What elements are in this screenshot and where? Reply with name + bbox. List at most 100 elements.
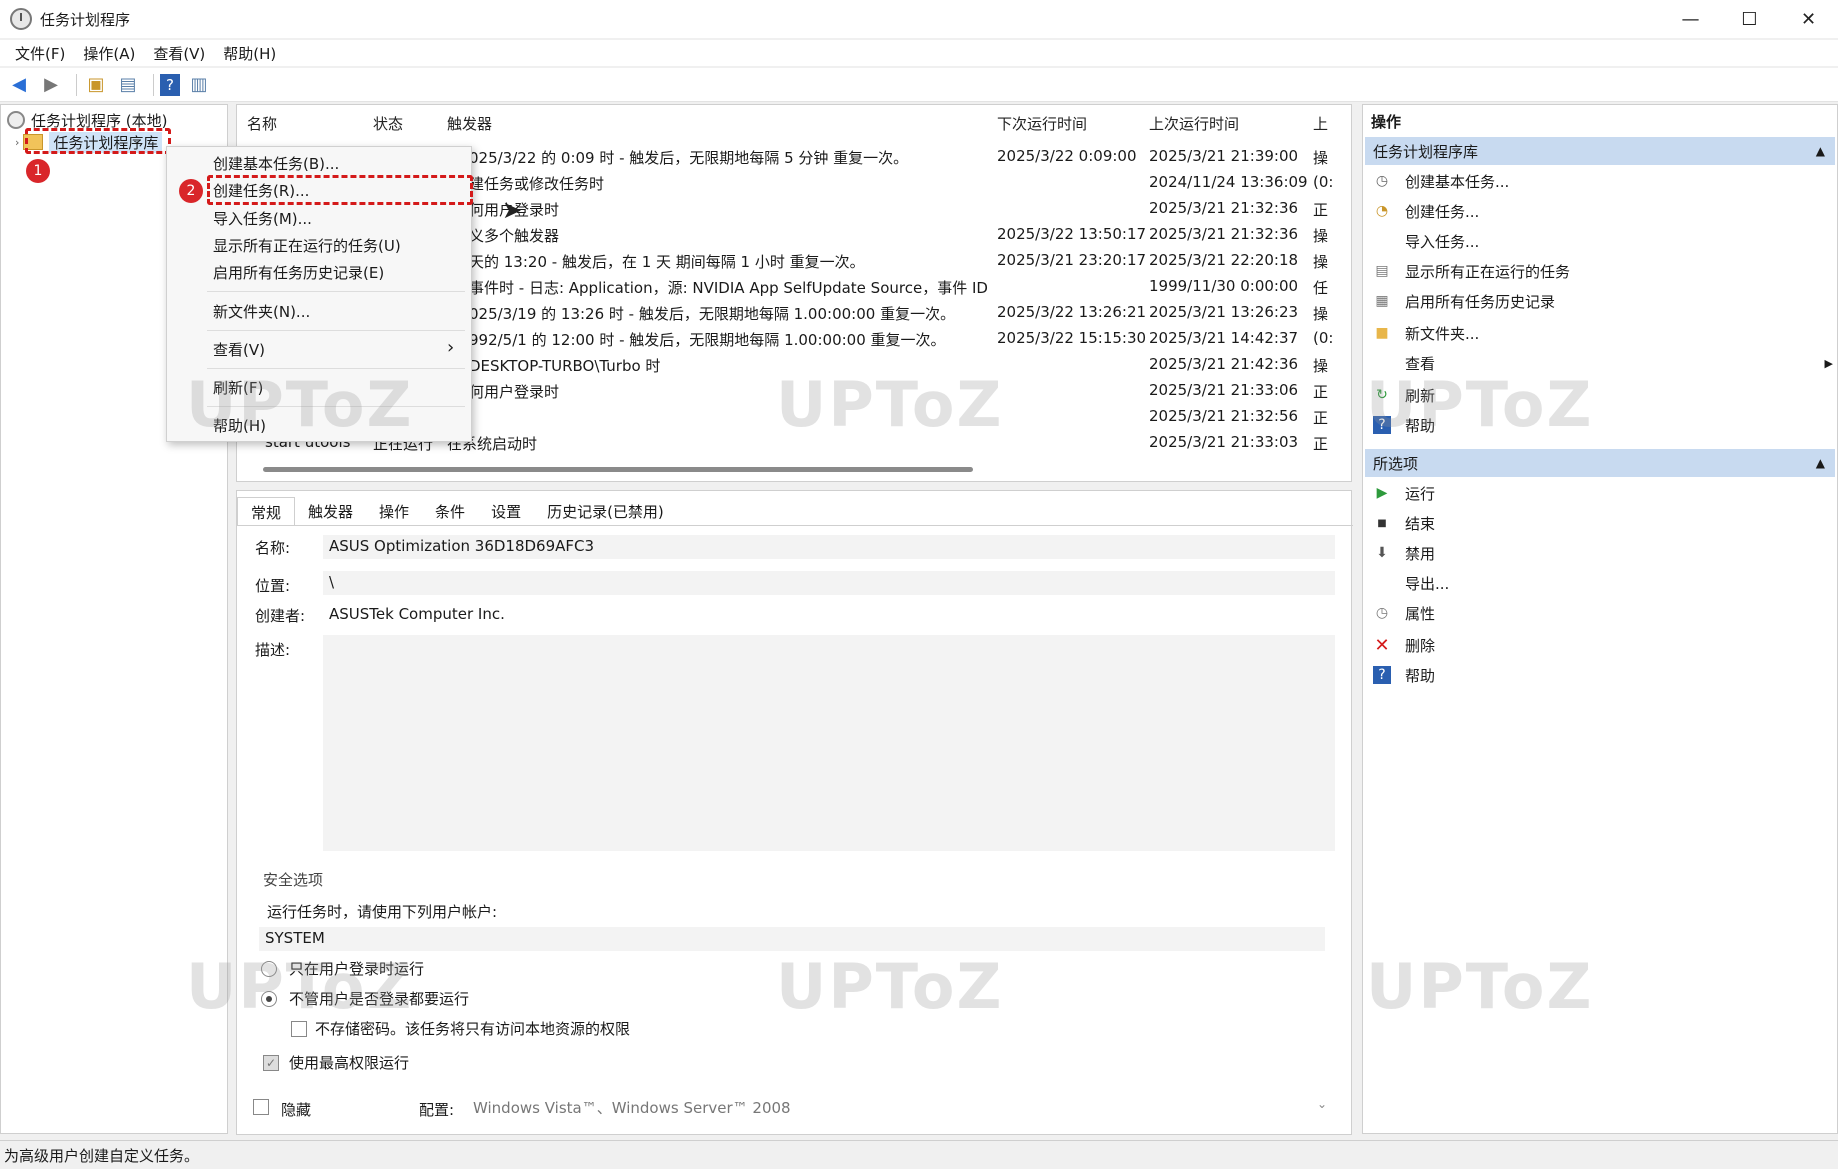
cell-trigger: 何用户登录时 [469, 383, 560, 401]
cell-result: 操 [1313, 253, 1329, 271]
tab-general[interactable]: 常规 [237, 497, 296, 525]
action-label: 帮助 [1405, 666, 1436, 685]
col-name[interactable]: 名称 [247, 113, 277, 137]
config-select[interactable]: Windows Vista™、Windows Server™ 2008 [473, 1097, 791, 1118]
chevron-right-icon: ▶ [1824, 356, 1833, 370]
title-bar: 任务计划程序 — ☐ ✕ [0, 0, 1838, 38]
cell-last-run: 2025/3/21 21:32:56 [1149, 407, 1299, 425]
action-new-folder[interactable]: ■ 新文件夹... [1373, 319, 1479, 347]
action-show-running[interactable]: ▤ 显示所有正在运行的任务 [1373, 257, 1570, 285]
collapse-icon[interactable]: ▲ [1816, 144, 1825, 158]
action-label: 导入任务... [1405, 232, 1480, 251]
col-last-run[interactable]: 上次运行时间 [1149, 113, 1239, 137]
cell-result: 操 [1313, 357, 1329, 375]
action-label: 显示所有正在运行的任务 [1405, 262, 1571, 281]
horizontal-scrollbar[interactable] [263, 467, 973, 472]
name-label: 名称: [255, 539, 291, 557]
blank-icon [1373, 232, 1391, 250]
history-icon: ▦ [1375, 293, 1389, 309]
ctx-create-basic-task[interactable]: 创建基本任务(B)... [213, 153, 339, 177]
cell-last-run: 2025/3/21 21:39:00 [1149, 147, 1299, 165]
col-next-run[interactable]: 下次运行时间 [997, 113, 1087, 137]
ctx-view[interactable]: 查看(V) [213, 339, 265, 363]
tab-actions[interactable]: 操作 [366, 497, 422, 525]
cell-result: 正 [1313, 435, 1329, 453]
folder-icon: ■ [1375, 325, 1389, 341]
action-delete[interactable]: ✕ 删除 [1373, 631, 1435, 659]
col-trigger[interactable]: 触发器 [447, 113, 492, 137]
action-end[interactable]: ■ 结束 [1373, 509, 1435, 537]
cell-next-run: 2025/3/22 15:15:30 [997, 329, 1147, 347]
action-import-task[interactable]: 导入任务... [1373, 227, 1479, 255]
tab-settings[interactable]: 设置 [478, 497, 534, 525]
account-field[interactable]: SYSTEM [259, 927, 1325, 951]
show-hide-console-tree-icon[interactable]: ▤ [115, 72, 141, 98]
cell-next-run: 2025/3/22 13:26:21 [997, 303, 1147, 321]
action-run[interactable]: ▶ 运行 [1373, 479, 1435, 507]
highlight-box-library [25, 128, 171, 154]
step-badge-2: 2 [179, 179, 203, 203]
show-hide-action-pane-icon[interactable]: ▥ [186, 72, 212, 98]
cell-last-run: 2025/3/21 14:42:37 [1149, 329, 1299, 347]
watermark: UPToZ [1366, 950, 1594, 1023]
chevron-right-icon: › [447, 337, 455, 358]
tab-history[interactable]: 历史记录(已禁用) [534, 497, 677, 525]
menu-file[interactable]: 文件(F) [6, 43, 74, 64]
menu-action[interactable]: 操作(A) [74, 43, 144, 64]
ctx-show-running[interactable]: 显示所有正在运行的任务(U) [213, 235, 401, 259]
action-disable[interactable]: ⬇ 禁用 [1373, 539, 1435, 567]
menu-view[interactable]: 查看(V) [144, 43, 214, 64]
ctx-separator [207, 330, 465, 331]
minimize-button[interactable]: — [1661, 0, 1720, 38]
help-icon[interactable]: ? [160, 73, 180, 96]
forward-arrow-icon[interactable]: ▶ [38, 72, 64, 98]
author-field[interactable]: ASUSTek Computer Inc. [323, 603, 1335, 627]
back-arrow-icon[interactable]: ◀ [6, 72, 32, 98]
no-password-checkbox[interactable] [291, 1021, 307, 1037]
col-status[interactable]: 状态 [373, 113, 403, 137]
highest-privileges-checkbox[interactable]: ✓ [263, 1055, 279, 1071]
location-field[interactable]: \ [323, 571, 1335, 595]
action-label: 运行 [1405, 484, 1436, 503]
window-title: 任务计划程序 [40, 10, 131, 29]
hidden-checkbox[interactable] [253, 1099, 269, 1115]
running-tasks-icon: ▤ [1375, 263, 1389, 279]
section-selected-item[interactable]: 所选项 ▲ [1365, 449, 1835, 477]
ctx-enable-history[interactable]: 启用所有任务历史记录(E) [213, 262, 384, 286]
action-label: 删除 [1405, 636, 1436, 655]
cell-trigger: 建任务或修改任务时 [469, 175, 605, 193]
action-label: 结束 [1405, 514, 1436, 533]
maximize-button[interactable]: ☐ [1720, 0, 1779, 38]
cell-last-run: 2025/3/21 21:33:06 [1149, 381, 1299, 399]
cell-last-run: 2025/3/21 21:33:03 [1149, 433, 1299, 451]
mouse-cursor-icon: ➤ [502, 196, 523, 224]
section-library[interactable]: 任务计划程序库 ▲ [1365, 137, 1835, 165]
menu-help[interactable]: 帮助(H) [214, 43, 285, 64]
chevron-right-icon[interactable]: › [15, 136, 19, 149]
name-field[interactable]: ASUS Optimization 36D18D69AFC3 [323, 535, 1335, 559]
menu-bar: 文件(F) 操作(A) 查看(V) 帮助(H) [0, 40, 1838, 66]
cell-last-run: 2025/3/21 22:20:18 [1149, 251, 1299, 269]
action-label: 创建任务... [1405, 202, 1480, 221]
action-export[interactable]: 导出... [1373, 569, 1449, 597]
action-help-selected[interactable]: ? 帮助 [1373, 661, 1435, 689]
ctx-separator [207, 291, 465, 292]
action-enable-history[interactable]: ▦ 启用所有任务历史记录 [1373, 287, 1555, 315]
close-button[interactable]: ✕ [1779, 0, 1838, 38]
description-field[interactable] [323, 635, 1335, 851]
tab-triggers[interactable]: 触发器 [295, 497, 366, 525]
col-last-result[interactable]: 上 [1313, 113, 1328, 137]
collapse-icon[interactable]: ▲ [1816, 456, 1825, 470]
ctx-new-folder[interactable]: 新文件夹(N)... [213, 301, 310, 325]
help-icon: ? [1373, 666, 1391, 684]
up-folder-icon[interactable]: ▣ [83, 72, 109, 98]
cell-result: 操 [1313, 149, 1329, 167]
watermark: UPToZ [1366, 368, 1594, 441]
action-create-basic-task[interactable]: ◷ 创建基本任务... [1373, 167, 1509, 195]
ctx-import-task[interactable]: 导入任务(M)... [213, 208, 312, 232]
tab-conditions[interactable]: 条件 [422, 497, 478, 525]
chevron-down-icon[interactable]: ⌄ [1317, 1097, 1327, 1111]
action-create-task[interactable]: ◔ 创建任务... [1373, 197, 1479, 225]
action-properties[interactable]: ◷ 属性 [1373, 599, 1435, 627]
account-prompt: 运行任务时，请使用下列用户帐户: [267, 903, 498, 921]
